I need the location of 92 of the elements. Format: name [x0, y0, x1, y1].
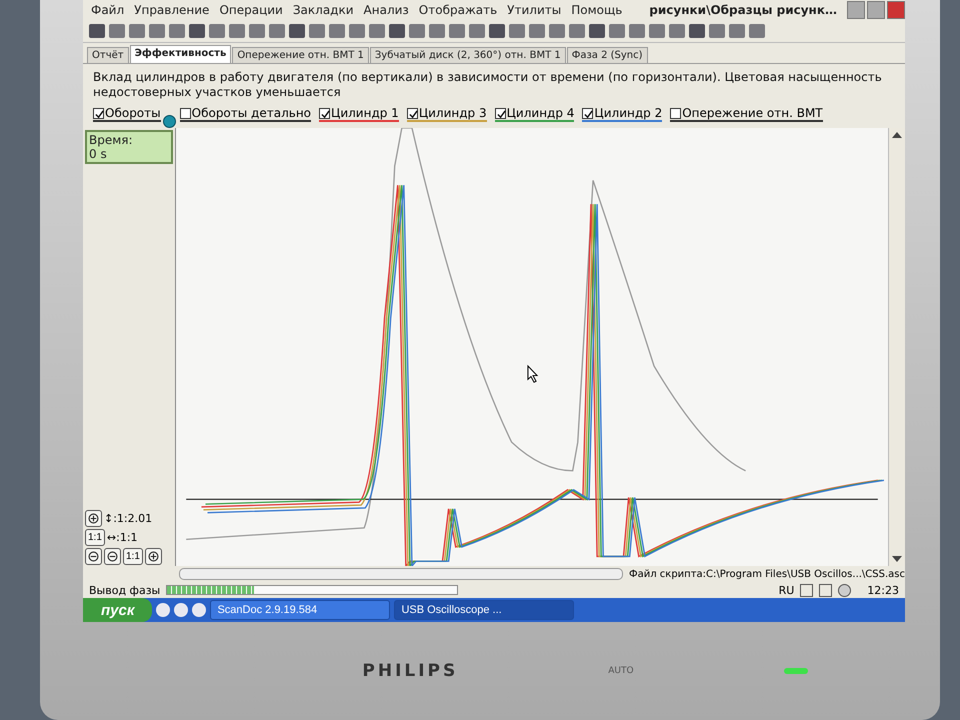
menu-item[interactable]: Файл — [91, 3, 124, 17]
scroll-down-icon[interactable] — [892, 556, 902, 562]
scroll-up-icon[interactable] — [892, 132, 902, 138]
menu-item[interactable]: Анализ — [364, 3, 409, 17]
toolbar-icon[interactable] — [709, 24, 725, 38]
menu-item[interactable]: Управление — [134, 3, 210, 17]
checkbox[interactable] — [494, 108, 506, 118]
toolbar-icon[interactable] — [589, 24, 605, 38]
legend-item[interactable]: Обороты — [93, 106, 161, 122]
menu-item[interactable]: Утилиты — [507, 3, 562, 17]
time-label: Время: — [89, 133, 134, 147]
toolbar-icon[interactable] — [309, 24, 325, 38]
horizontal-scrollbar[interactable] — [179, 568, 623, 580]
checkbox[interactable] — [93, 108, 104, 118]
phase-output-label: Вывод фазы — [89, 584, 160, 596]
toolbar-icon[interactable] — [89, 24, 105, 38]
tab[interactable]: Зубчатый диск (2, 360°) отн. ВМТ 1 — [370, 47, 566, 63]
tray-language[interactable]: RU — [778, 584, 794, 596]
toolbar-icon[interactable] — [469, 24, 485, 38]
horizontal-scale: ↔:1:1 — [106, 531, 138, 544]
toolbar-icon[interactable] — [509, 24, 525, 38]
mouse-cursor-icon — [527, 364, 538, 383]
power-indicator-icon — [784, 668, 808, 674]
brand-label: PHILIPS — [362, 661, 458, 681]
auto-badge-icon — [162, 115, 176, 128]
toolbar-icon[interactable] — [229, 24, 245, 38]
time-value: 0 s — [89, 147, 108, 161]
taskbar-button[interactable]: USB Oscilloscope ... — [394, 600, 574, 620]
zoom-out-button[interactable] — [104, 548, 121, 565]
toolbar-icon[interactable] — [669, 24, 685, 38]
toolbar-icon[interactable] — [609, 24, 625, 38]
legend-item[interactable]: Цилиндр 4 — [494, 106, 574, 122]
legend-item[interactable]: Обороты детально — [180, 106, 312, 122]
toolbar-icon[interactable] — [529, 24, 545, 38]
tab[interactable]: Отчёт — [87, 47, 129, 63]
toolbar-icon[interactable] — [649, 24, 665, 38]
tab[interactable]: Эффективность — [130, 45, 232, 63]
maximize-button[interactable] — [867, 1, 885, 19]
legend-item[interactable]: Цилиндр 1 — [319, 106, 399, 122]
toolbar-icon[interactable] — [449, 24, 465, 38]
reset-scale-button[interactable]: 1:1 — [85, 529, 105, 546]
toolbar-icon[interactable] — [169, 24, 185, 38]
toolbar-icon[interactable] — [209, 24, 225, 38]
auto-label: AUTO — [608, 666, 634, 676]
checkbox[interactable] — [319, 108, 330, 118]
toolbar-icon[interactable] — [749, 24, 765, 38]
zoom-in-button[interactable] — [144, 548, 162, 565]
checkbox[interactable] — [670, 108, 682, 118]
menu-item[interactable]: Операции — [219, 3, 283, 17]
menu-item[interactable]: Отображать — [418, 3, 498, 17]
tray-icon[interactable] — [800, 584, 814, 596]
checkbox[interactable] — [582, 108, 594, 118]
toolbar-icon[interactable] — [569, 24, 585, 38]
toolbar-icon[interactable] — [129, 24, 145, 38]
toolbar-icon[interactable] — [429, 24, 445, 38]
script-file-path: Файл скрипта:C:\Program Files\USB Oscillos...\CSS.asc — [628, 568, 905, 580]
toolbar-icon[interactable] — [189, 24, 205, 38]
legend-item[interactable]: Цилиндр 3 — [406, 106, 487, 122]
toolbar-icon[interactable] — [329, 24, 345, 38]
checkbox[interactable] — [406, 108, 418, 118]
window-title: рисунки\Образцы рисунк… — [648, 3, 837, 17]
clock: 12:23 — [867, 584, 899, 596]
toolbar-icon[interactable] — [729, 24, 745, 38]
toolbar-icon[interactable] — [269, 24, 285, 38]
toolbar-icon[interactable] — [349, 24, 365, 38]
toolbar-icon[interactable] — [289, 24, 305, 38]
toolbar-icon[interactable] — [549, 24, 565, 38]
start-button[interactable]: пуск — [83, 598, 152, 622]
toolbar-icon[interactable] — [489, 24, 505, 38]
legend-item[interactable]: Цилиндр 2 — [582, 106, 662, 122]
toolbar-icon[interactable] — [249, 24, 265, 38]
checkbox[interactable] — [180, 108, 191, 118]
zoom-out-button[interactable] — [85, 548, 102, 565]
close-button[interactable] — [887, 1, 905, 19]
toolbar-icon[interactable] — [629, 24, 645, 38]
reset-scale-button[interactable]: 1:1 — [123, 548, 143, 565]
zoom-in-button[interactable] — [85, 510, 102, 527]
toolbar-icon[interactable] — [389, 24, 405, 38]
toolbar-icon[interactable] — [689, 24, 705, 38]
toolbar-icon[interactable] — [409, 24, 425, 38]
legend-item[interactable]: Опережение отн. ВМТ — [670, 106, 823, 122]
tab[interactable]: Опережение отн. ВМТ 1 — [232, 47, 369, 63]
taskbar-button[interactable]: ScanDoc 2.9.19.584 — [210, 600, 390, 620]
toolbar-icon[interactable] — [109, 24, 125, 38]
vertical-scale: ↕:1:2.01 — [104, 512, 152, 525]
description-text: Вклад цилиндров в работу двигателя (по вертикали) в зависимости от времени (по горизонтали). Цветовая насыщенность недостоверных участков уменьшается — [92, 69, 883, 101]
menu-item[interactable]: Закладки — [292, 3, 354, 17]
minimize-button[interactable] — [847, 1, 865, 19]
toolbar-icon[interactable] — [149, 24, 165, 38]
toolbar-icon[interactable] — [369, 24, 385, 38]
menu-item[interactable]: Помощь — [571, 3, 622, 17]
tab[interactable]: Фаза 2 (Sync) — [566, 47, 648, 63]
